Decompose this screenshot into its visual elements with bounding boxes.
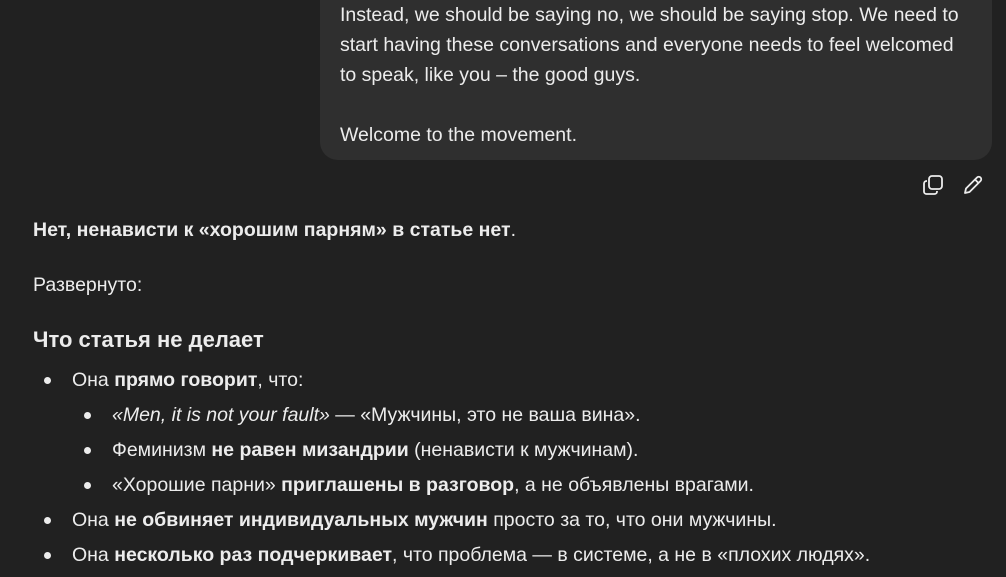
list-item-bold: несколько раз подчеркивает [114,544,393,566]
list-item-bold: приглашены в разговор [281,474,515,496]
bullet-dot [84,447,91,454]
bullet-dot [44,377,51,384]
user-message-line: Instead, we should be saying no, we shou… [340,4,959,26]
copy-button[interactable] [922,172,944,198]
chat-page: Instead, we should be saying no, we shou… [0,0,1006,577]
list-item-bold: не обвиняет индивидуальных мужчин [114,509,488,531]
message-actions [922,172,984,198]
list-item-text: , что проблема — в системе, а не в «плох… [392,544,871,566]
list-item-text: «Хорошие парни» [112,474,282,496]
section-title: Что статья не делает [33,327,264,352]
expanded-label: Развернуто: [33,274,143,296]
list-item-text: Она [72,369,115,391]
list-item-bold: не равен мизандрии [211,439,409,461]
reply-lead-end: . [510,219,516,241]
user-message-line: Welcome to the movement. [340,124,577,146]
list-item-text: Феминизм [112,439,212,461]
reply-lead: Нет, ненависти к «хорошим парням» в стат… [33,217,516,243]
user-message-line: start having these conversations and eve… [340,34,954,56]
copy-icon [923,175,943,195]
list-item-text: Она [72,544,115,566]
bullet-dot [44,517,51,524]
list-item-text: Она [72,509,115,531]
list-item-text: — «Мужчины, это не ваша вина». [329,404,641,426]
list-item-text: , что: [257,369,304,391]
list-item-text: (ненависти к мужчинам). [408,439,639,461]
list-item-text: , а не объявлены врагами. [514,474,754,496]
user-message-line: to speak, like you – the good guys. [340,64,641,86]
user-message-bubble: Instead, we should be saying no, we shou… [320,0,992,160]
pencil-icon [964,175,983,194]
edit-button[interactable] [962,172,984,198]
reply-lead-bold: Нет, ненависти к «хорошим парням» в стат… [33,219,511,241]
bullet-dot [44,552,51,559]
list-item-bold: прямо говорит [114,369,258,391]
bullet-dot [84,482,91,489]
bullet-dot [84,412,91,419]
list-item-italic: «Men, it is not your fault» [112,404,330,426]
list-item-text: просто за то, что они мужчины. [487,509,777,531]
